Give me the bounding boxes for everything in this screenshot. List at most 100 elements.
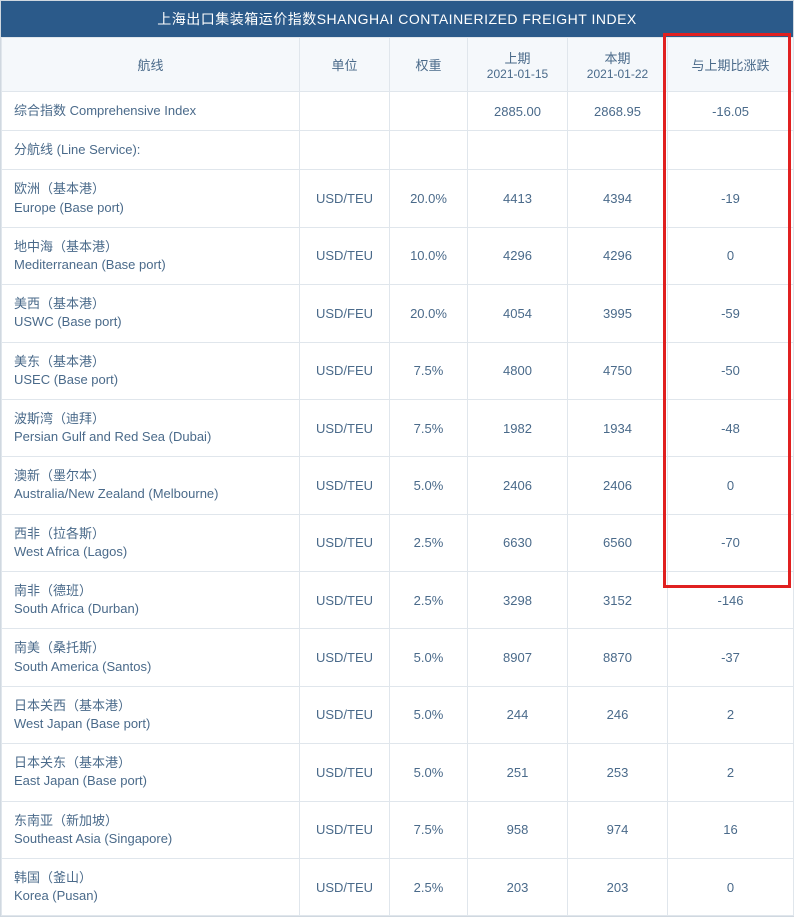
route-cell: 美西（基本港）USWC (Base port) — [2, 285, 300, 342]
cell-weight: 2.5% — [390, 572, 468, 629]
cell-unit: USD/TEU — [300, 399, 390, 456]
cell-prev — [468, 131, 568, 170]
cell-prev: 4054 — [468, 285, 568, 342]
cell-weight: 7.5% — [390, 342, 468, 399]
cell-unit: USD/TEU — [300, 170, 390, 227]
cell-change: 0 — [668, 227, 794, 284]
cell-unit: USD/TEU — [300, 744, 390, 801]
route-cell: 地中海（基本港）Mediterranean (Base port) — [2, 227, 300, 284]
cell-change: -16.05 — [668, 92, 794, 131]
cell-curr: 6560 — [568, 514, 668, 571]
route-cell: 日本关西（基本港）West Japan (Base port) — [2, 686, 300, 743]
table-row: 波斯湾（迪拜）Persian Gulf and Red Sea (Dubai)U… — [2, 399, 794, 456]
cell-weight: 5.0% — [390, 457, 468, 514]
cell-prev: 244 — [468, 686, 568, 743]
cell-curr: 2406 — [568, 457, 668, 514]
cell-curr: 203 — [568, 858, 668, 915]
freight-index-table: 上海出口集装箱运价指数SHANGHAI CONTAINERIZED FREIGH… — [0, 0, 794, 917]
cell-weight: 10.0% — [390, 227, 468, 284]
cell-prev: 958 — [468, 801, 568, 858]
route-cell: 美东（基本港）USEC (Base port) — [2, 342, 300, 399]
cell-weight: 20.0% — [390, 285, 468, 342]
route-cell: 日本关东（基本港）East Japan (Base port) — [2, 744, 300, 801]
table-row: 综合指数 Comprehensive Index 2885.002868.95-1… — [2, 92, 794, 131]
header-weight: 权重 — [390, 38, 468, 92]
cell-weight: 2.5% — [390, 858, 468, 915]
cell-curr: 3152 — [568, 572, 668, 629]
data-table: 航线 单位 权重 上期 2021-01-15 本期 2021-01-22 与上期… — [1, 37, 794, 916]
cell-weight: 7.5% — [390, 801, 468, 858]
cell-curr: 2868.95 — [568, 92, 668, 131]
cell-unit: USD/TEU — [300, 227, 390, 284]
cell-change: 0 — [668, 858, 794, 915]
table-row: 分航线 (Line Service): — [2, 131, 794, 170]
route-cell: 南美（桑托斯）South America (Santos) — [2, 629, 300, 686]
cell-prev: 4800 — [468, 342, 568, 399]
cell-change: -19 — [668, 170, 794, 227]
header-curr-label: 本期 — [576, 48, 659, 67]
cell-unit: USD/FEU — [300, 285, 390, 342]
route-cell: 综合指数 Comprehensive Index — [2, 92, 300, 131]
route-cell: 韩国（釜山）Korea (Pusan) — [2, 858, 300, 915]
table-row: 日本关东（基本港）East Japan (Base port)USD/TEU5.… — [2, 744, 794, 801]
cell-prev: 8907 — [468, 629, 568, 686]
route-cell: 西非（拉各斯）West Africa (Lagos) — [2, 514, 300, 571]
cell-unit — [300, 92, 390, 131]
cell-change: -48 — [668, 399, 794, 456]
cell-unit: USD/TEU — [300, 572, 390, 629]
cell-unit — [300, 131, 390, 170]
cell-change: -146 — [668, 572, 794, 629]
table-row: 欧洲（基本港）Europe (Base port)USD/TEU20.0%441… — [2, 170, 794, 227]
cell-change: -70 — [668, 514, 794, 571]
cell-curr: 4394 — [568, 170, 668, 227]
cell-prev: 203 — [468, 858, 568, 915]
header-prev-date: 2021-01-15 — [476, 67, 559, 81]
route-cell: 东南亚（新加坡）Southeast Asia (Singapore) — [2, 801, 300, 858]
table-row: 韩国（釜山）Korea (Pusan)USD/TEU2.5%2032030 — [2, 858, 794, 915]
cell-curr: 4296 — [568, 227, 668, 284]
cell-prev: 2885.00 — [468, 92, 568, 131]
cell-weight: 5.0% — [390, 629, 468, 686]
cell-change: 16 — [668, 801, 794, 858]
header-route: 航线 — [2, 38, 300, 92]
cell-prev: 251 — [468, 744, 568, 801]
route-cell: 南非（德班）South Africa (Durban) — [2, 572, 300, 629]
cell-weight: 20.0% — [390, 170, 468, 227]
cell-curr: 8870 — [568, 629, 668, 686]
header-curr-date: 2021-01-22 — [576, 67, 659, 81]
cell-curr: 253 — [568, 744, 668, 801]
table-row: 美东（基本港）USEC (Base port)USD/FEU7.5%480047… — [2, 342, 794, 399]
cell-curr: 4750 — [568, 342, 668, 399]
cell-prev: 1982 — [468, 399, 568, 456]
header-unit: 单位 — [300, 38, 390, 92]
cell-unit: USD/FEU — [300, 342, 390, 399]
route-cell: 澳新（墨尔本）Australia/New Zealand (Melbourne) — [2, 457, 300, 514]
header-prev-label: 上期 — [476, 48, 559, 67]
cell-unit: USD/TEU — [300, 457, 390, 514]
table-row: 东南亚（新加坡）Southeast Asia (Singapore)USD/TE… — [2, 801, 794, 858]
cell-change: 2 — [668, 686, 794, 743]
cell-curr: 3995 — [568, 285, 668, 342]
cell-curr: 1934 — [568, 399, 668, 456]
cell-prev: 2406 — [468, 457, 568, 514]
cell-prev: 3298 — [468, 572, 568, 629]
cell-change: 0 — [668, 457, 794, 514]
route-cell: 欧洲（基本港）Europe (Base port) — [2, 170, 300, 227]
cell-change: 2 — [668, 744, 794, 801]
table-row: 西非（拉各斯）West Africa (Lagos)USD/TEU2.5%663… — [2, 514, 794, 571]
cell-curr: 246 — [568, 686, 668, 743]
cell-change: -59 — [668, 285, 794, 342]
route-cell: 分航线 (Line Service): — [2, 131, 300, 170]
cell-weight: 5.0% — [390, 686, 468, 743]
cell-change — [668, 131, 794, 170]
header-prev: 上期 2021-01-15 — [468, 38, 568, 92]
table-row: 澳新（墨尔本）Australia/New Zealand (Melbourne)… — [2, 457, 794, 514]
table-title: 上海出口集装箱运价指数SHANGHAI CONTAINERIZED FREIGH… — [1, 1, 793, 37]
cell-unit: USD/TEU — [300, 686, 390, 743]
table-row: 美西（基本港）USWC (Base port)USD/FEU20.0%40543… — [2, 285, 794, 342]
cell-unit: USD/TEU — [300, 801, 390, 858]
table-row: 日本关西（基本港）West Japan (Base port)USD/TEU5.… — [2, 686, 794, 743]
cell-unit: USD/TEU — [300, 858, 390, 915]
cell-change: -50 — [668, 342, 794, 399]
table-row: 南美（桑托斯）South America (Santos)USD/TEU5.0%… — [2, 629, 794, 686]
